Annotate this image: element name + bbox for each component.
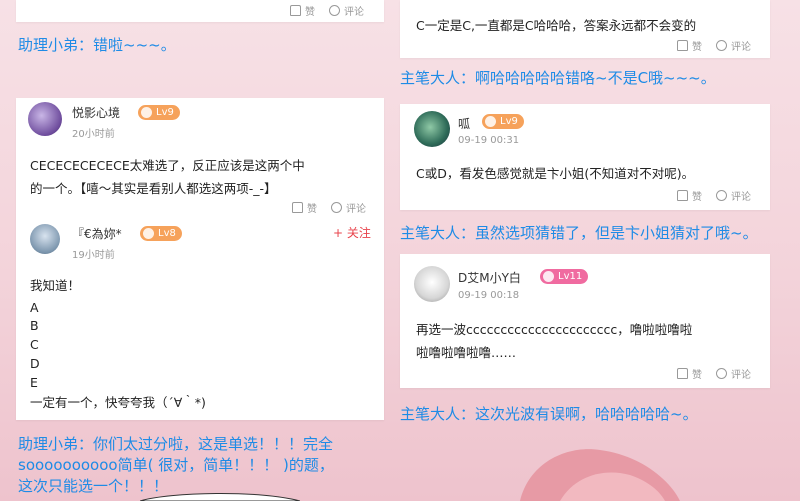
timestamp: 20小时前 <box>72 129 115 140</box>
timestamp: 19小时前 <box>72 250 115 261</box>
comment-icon <box>716 368 727 379</box>
comment-line: C <box>30 337 39 352</box>
like-button[interactable]: 赞 <box>677 366 702 381</box>
comment-line: 一定有一个，快夸夸我（´∀｀*) <box>30 395 206 410</box>
assistant-reply-bottom-line2: soooooooooo简单( 很对，简单！！！ )的题， <box>18 456 334 474</box>
comment-button[interactable]: 评论 <box>331 200 366 215</box>
avatar[interactable] <box>28 102 62 136</box>
action-bar: 赞 评论 <box>677 38 751 53</box>
comment-text: C或D，看发色感觉就是卞小姐(不知道对不对呢)。 <box>416 166 695 181</box>
assistant-reply-top: 助理小弟：错啦~~~。 <box>18 36 176 54</box>
action-bar: 赞 评论 <box>290 3 364 18</box>
username[interactable]: 『€為妳* <box>72 225 122 242</box>
like-button[interactable]: 赞 <box>677 38 702 53</box>
left-comment-card: 悦影心境 Lv9 20小时前 CECECECECECE太难选了，反正应该是这两个… <box>16 98 384 420</box>
author-reply-2: 主笔大人：虽然选项猜错了，但是卞小姐猜对了哦~。 <box>400 224 758 242</box>
comment-text-line2: 的一个。【嘻～其实是看别人都选这两项-_-】 <box>30 181 277 196</box>
like-button[interactable]: 赞 <box>290 3 315 18</box>
action-bar: 赞 评论 <box>677 188 751 203</box>
thumbs-up-icon <box>292 202 303 213</box>
comment-text-line1: CECECECECECE太难选了，反正应该是这两个中 <box>30 158 305 173</box>
thumbs-up-icon <box>677 40 688 51</box>
author-reply-1: 主笔大人：啊哈哈哈哈哈错咯~不是C哦~~~。 <box>400 69 716 87</box>
comment-icon <box>329 5 340 16</box>
assistant-reply-bottom-line1: 助理小弟：你们太过分啦，这是单选！！！完全 <box>18 435 334 453</box>
comment-line: B <box>30 318 39 333</box>
avatar[interactable] <box>414 111 450 147</box>
action-bar: 赞 评论 <box>292 200 366 215</box>
comment-button[interactable]: 评论 <box>716 188 751 203</box>
username[interactable]: 悦影心境 <box>72 104 120 121</box>
avatar[interactable] <box>30 224 60 254</box>
timestamp: 09-19 00:18 <box>458 290 520 301</box>
level-badge: Lv9 <box>138 105 180 120</box>
comment-line: D <box>30 356 40 371</box>
comment-text-line2: 啦噜啦噜啦噜…… <box>416 345 517 360</box>
comment-icon <box>716 40 727 51</box>
level-badge: Lv9 <box>482 114 524 129</box>
anime-character-illustration <box>520 449 680 501</box>
comment-line: E <box>30 375 38 390</box>
right-comment-card-2: D艾M小Y白 Lv11 09-19 00:18 再选一波cccccccccccc… <box>400 254 770 388</box>
avatar[interactable] <box>414 266 450 302</box>
author-reply-3: 主笔大人：这次光波有误啊，哈哈哈哈哈~。 <box>400 405 698 423</box>
level-badge: Lv8 <box>140 226 182 241</box>
comment-icon <box>716 190 727 201</box>
comment-button[interactable]: 评论 <box>716 366 751 381</box>
level-badge: Lv11 <box>540 269 589 284</box>
follow-button[interactable]: + 关注 <box>333 224 371 241</box>
like-button[interactable]: 赞 <box>292 200 317 215</box>
comment-icon <box>331 202 342 213</box>
like-button[interactable]: 赞 <box>677 188 702 203</box>
right-comment-card-1: 呱 Lv9 09-19 00:31 C或D，看发色感觉就是卞小姐(不知道对不对呢… <box>400 104 770 210</box>
comment-text: C一定是C,一直都是C哈哈哈，答案永远都不会变的 <box>416 18 697 33</box>
username[interactable]: 呱 <box>458 115 470 132</box>
comment-line: A <box>30 300 39 315</box>
right-top-card: C一定是C,一直都是C哈哈哈，答案永远都不会变的 赞 评论 <box>400 0 770 58</box>
left-top-card: 赞 评论 <box>16 0 384 22</box>
thumbs-up-icon <box>677 190 688 201</box>
comment-button[interactable]: 评论 <box>716 38 751 53</box>
action-bar: 赞 评论 <box>677 366 751 381</box>
thumbs-up-icon <box>290 5 301 16</box>
timestamp: 09-19 00:31 <box>458 135 520 146</box>
comment-line: 我知道！ <box>30 278 81 293</box>
white-shape-decoration <box>140 492 300 501</box>
username[interactable]: D艾M小Y白 <box>458 269 521 286</box>
thumbs-up-icon <box>677 368 688 379</box>
comment-text-line1: 再选一波cccccccccccccccccccccc，噜啦啦噜啦 <box>416 322 693 337</box>
comment-button[interactable]: 评论 <box>329 3 364 18</box>
